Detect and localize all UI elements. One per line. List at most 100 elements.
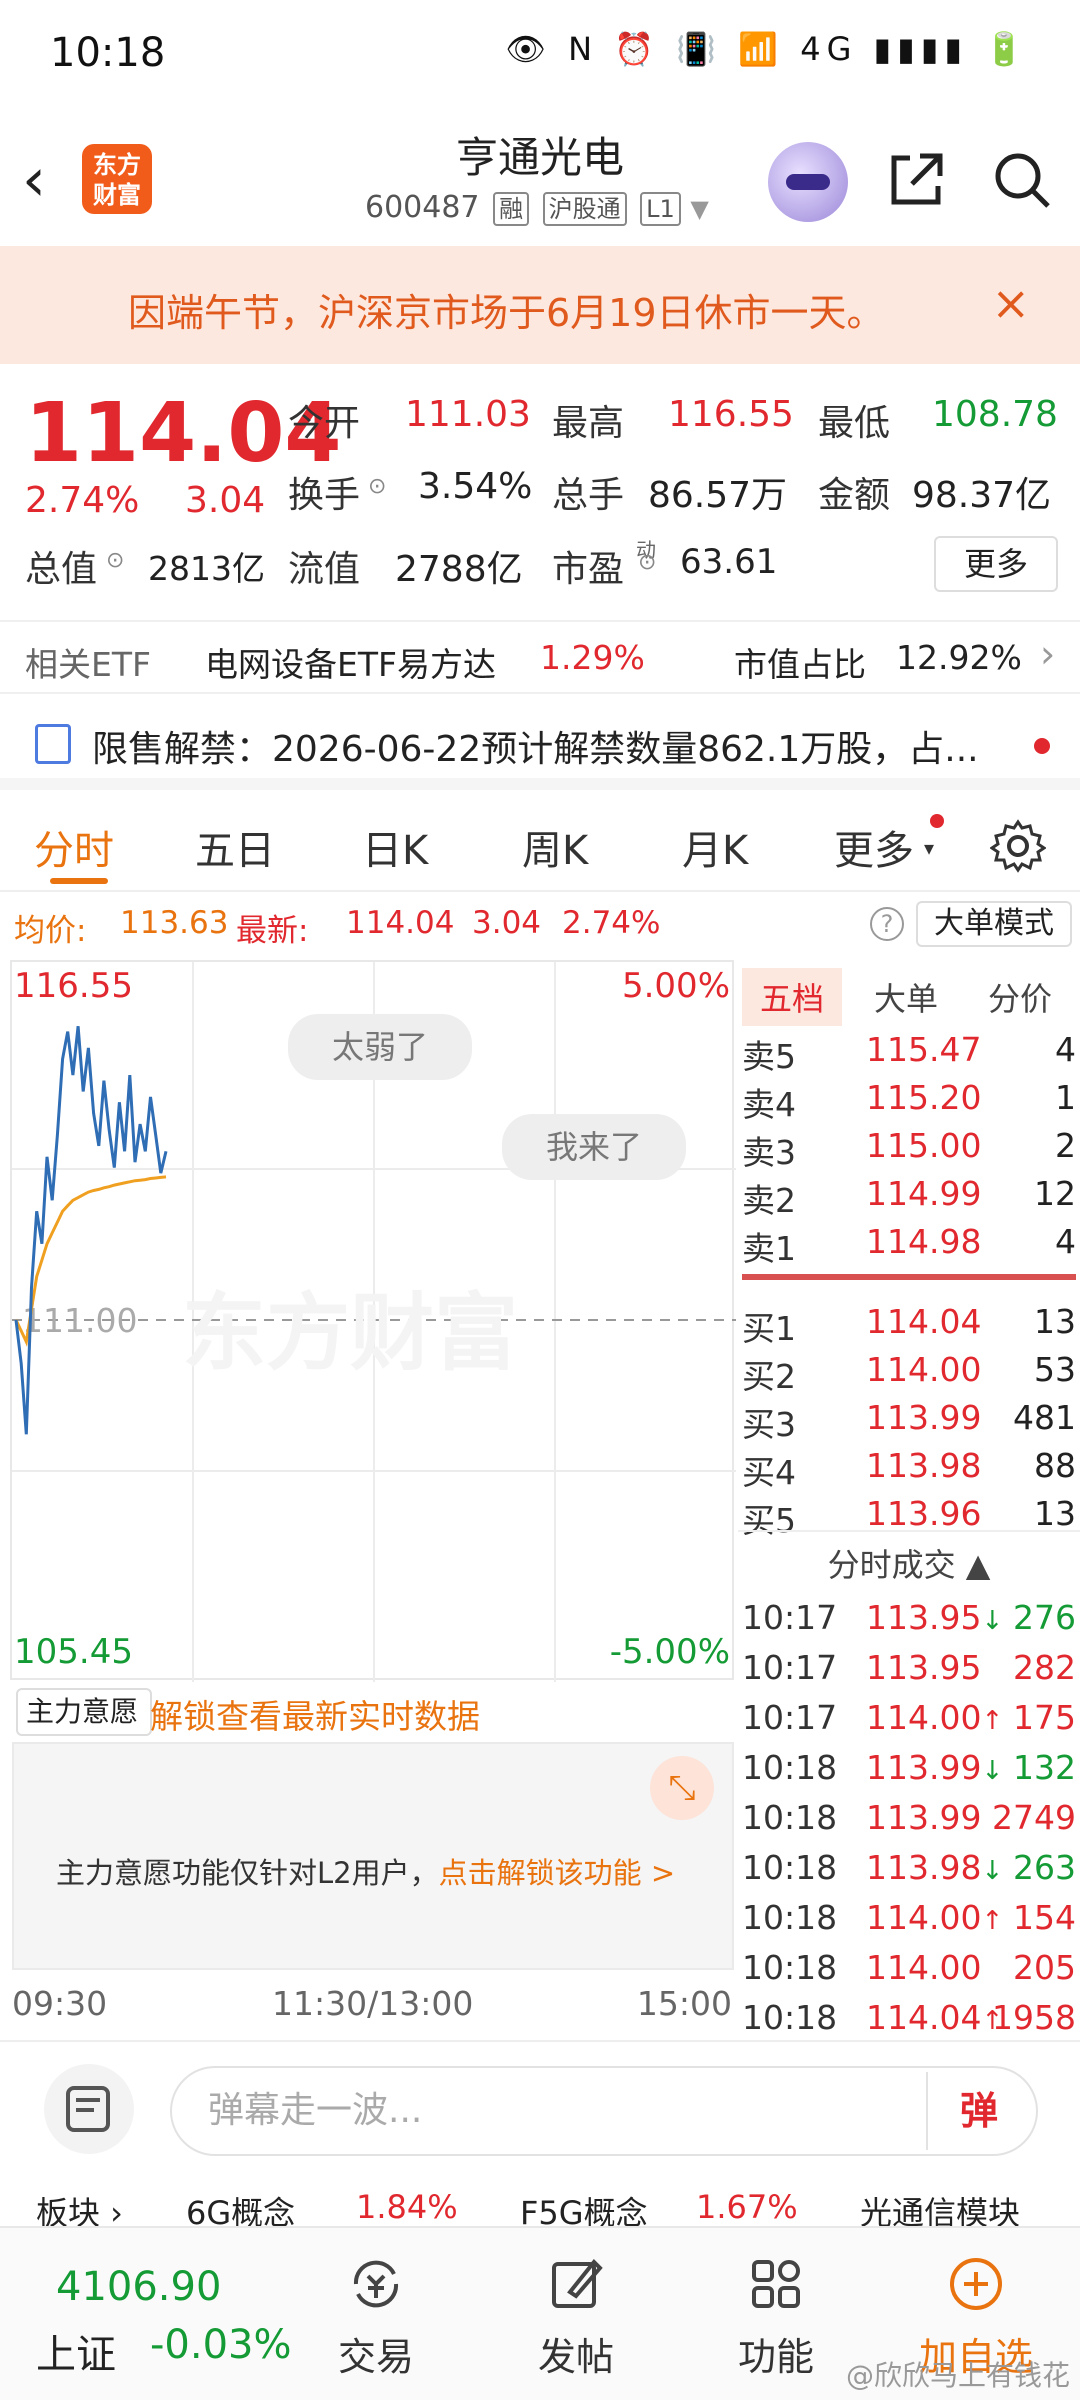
trade-row: 10:18 114.00 205	[742, 1944, 1076, 1994]
buy-row: 买1 114.04 13	[742, 1298, 1076, 1348]
danmu-bar: 弹幕走一波... 弹	[0, 2040, 1080, 2180]
sell-row: 卖2 114.99 12	[742, 1170, 1076, 1220]
trade-time: 10:18	[742, 1948, 838, 1987]
tab-daily-k[interactable]: 日K	[362, 818, 428, 876]
trade-price: 113.99	[866, 1798, 981, 1837]
trade-volume: 1958	[992, 1998, 1076, 2037]
settings-gear-icon[interactable]	[990, 818, 1046, 874]
trade-time: 10:17	[742, 1598, 838, 1637]
index-name[interactable]: 上证	[36, 2322, 116, 2380]
info-icon[interactable]: ⊙	[638, 550, 656, 575]
more-button[interactable]: 更多	[934, 536, 1058, 592]
info-icon[interactable]: ⊙	[106, 548, 124, 573]
tab-big-orders[interactable]: 大单	[874, 974, 938, 1020]
restricted-shares-row[interactable]: 限售解禁：2026-06-22预计解禁数量862.1万股，占...	[0, 700, 1080, 790]
level-price: 113.96	[866, 1494, 982, 1533]
trade-button[interactable]: 交易	[306, 2254, 446, 2381]
trade-row: 10:18 114.00↑ 154	[742, 1894, 1076, 1944]
etf-weight: 12.92%	[896, 638, 1022, 677]
avg-value: 113.63	[120, 905, 229, 941]
trade-price-value: 113.98	[866, 1848, 982, 1887]
intraday-chart[interactable]: 东方财富 111.00 116.55 5.00% 105.45 -5.00% 太…	[10, 960, 736, 1682]
trade-row: 10:17 113.95↓ 276	[742, 1594, 1076, 1644]
sector-strip[interactable]: 板块 › 6G概念 1.84% F5G概念 1.67% 光通信模块	[0, 2186, 1080, 2226]
unlock-feature-link[interactable]: 点击解锁该功能 >	[439, 1856, 676, 1890]
level-label: 买4	[742, 1453, 796, 1492]
trade-price-value: 114.00	[866, 1948, 982, 1987]
tab-more[interactable]: 更多	[834, 818, 914, 876]
latest-value: 114.04	[346, 905, 455, 941]
level-label: 买2	[742, 1357, 796, 1396]
sector-item[interactable]: 光通信模块	[860, 2188, 1020, 2226]
ai-assistant-icon[interactable]	[768, 142, 848, 222]
functions-label: 功能	[737, 2335, 814, 2379]
search-icon[interactable]	[990, 148, 1054, 212]
trade-row: 10:18 113.99 2749	[742, 1794, 1076, 1844]
trades-title[interactable]: 分时成交 ▲	[738, 1540, 1080, 1586]
trade-direction: ↑	[981, 1906, 1004, 1936]
status-time: 10:18	[50, 30, 166, 76]
close-icon[interactable]: ×	[991, 276, 1030, 330]
trade-volume: 276	[1013, 1598, 1076, 1637]
functions-button[interactable]: 功能	[706, 2254, 846, 2381]
level-volume: 13	[1034, 1494, 1076, 1533]
stock-code: 600487	[365, 190, 480, 225]
chevron-down-icon[interactable]: ▼	[690, 195, 708, 223]
trade-price: 114.04↑	[866, 1998, 1003, 2037]
reference-label: 111.00	[22, 1301, 137, 1340]
sector-item[interactable]: 6G概念	[186, 2188, 295, 2226]
danmu-settings-icon[interactable]	[44, 2064, 134, 2154]
buy-row: 买3 113.99 481	[742, 1394, 1076, 1444]
sell-row: 卖1 114.98 4	[742, 1218, 1076, 1268]
trade-volume: 175	[1013, 1698, 1076, 1737]
info-icon[interactable]: ⊙	[368, 474, 386, 499]
expand-icon[interactable]: ⤡	[650, 1756, 714, 1820]
stock-code-line: 600487 融 沪股通 L1 ▼	[365, 190, 709, 226]
tab-monthly-k[interactable]: 月K	[682, 818, 748, 876]
level-price: 115.20	[866, 1078, 982, 1117]
related-etf-row[interactable]: 相关ETF 电网设备ETF易方达 1.29% 市值占比 12.92% ›	[0, 620, 1080, 694]
danmu-bubble: 太弱了	[288, 1014, 472, 1080]
main-force-locked-box: ⤡ 主力意愿功能仅针对L2用户，点击解锁该功能 >	[12, 1742, 734, 1970]
danmu-send-button[interactable]: 弹	[926, 2072, 1030, 2150]
post-label: 发帖	[537, 2335, 614, 2379]
level-volume: 12	[1034, 1174, 1076, 1213]
level-label: 卖1	[742, 1229, 796, 1268]
main-force-select[interactable]: 主力意愿 ▾	[16, 1688, 152, 1772]
tab-five-day[interactable]: 五日	[195, 818, 275, 876]
etf-label: 相关ETF	[25, 645, 151, 684]
tab-intraday[interactable]: 分时	[34, 818, 114, 876]
index-value[interactable]: 4106.90	[56, 2264, 221, 2310]
sector-change: 1.67%	[696, 2188, 798, 2226]
tab-five-levels[interactable]: 五档	[742, 968, 843, 1026]
trade-direction: ↓	[981, 1856, 1004, 1886]
unlock-link[interactable]: 解锁查看最新实时数据	[150, 1690, 480, 1738]
trade-direction: ↓	[981, 1606, 1004, 1636]
sector-item[interactable]: F5G概念	[520, 2188, 648, 2226]
level-volume: 4	[1055, 1222, 1076, 1261]
big-order-mode-button[interactable]: 大单模式	[916, 901, 1072, 947]
danmu-input[interactable]: 弹幕走一波...	[170, 2066, 1038, 2156]
chart-tabs: 分时 五日 日K 周K 月K 更多 ▾	[0, 800, 1080, 892]
trade-direction: ↓	[981, 1756, 1004, 1786]
trade-row: 10:17 113.95 282	[742, 1644, 1076, 1694]
trade-price: 113.95	[866, 1648, 981, 1687]
tab-weekly-k[interactable]: 周K	[522, 818, 588, 876]
post-button[interactable]: 发帖	[506, 2254, 646, 2381]
level-volume: 4	[1055, 1030, 1076, 1069]
level-price: 115.00	[866, 1126, 982, 1165]
help-icon[interactable]: ?	[870, 907, 904, 941]
restriction-text: 限售解禁：2026-06-22预计解禁数量862.1万股，占...	[92, 729, 979, 770]
time-end: 15:00	[636, 1984, 732, 2023]
level-label: 卖5	[742, 1037, 796, 1076]
share-icon[interactable]	[884, 148, 948, 212]
etf-weight-label: 市值占比	[734, 645, 866, 684]
tab-price-dist[interactable]: 分价	[988, 974, 1052, 1020]
trade-row: 10:17 114.00↑ 175	[742, 1694, 1076, 1744]
grid-icon	[752, 2260, 800, 2308]
sell-row: 卖5 115.47 4	[742, 1026, 1076, 1076]
low-value: 108.78	[932, 394, 1058, 435]
sector-label[interactable]: 板块 ›	[36, 2188, 123, 2226]
holiday-notice: 因端午节，沪深京市场于6月19日休市一天。 ×	[0, 246, 1080, 364]
trade-price-value: 113.95	[866, 1598, 982, 1637]
